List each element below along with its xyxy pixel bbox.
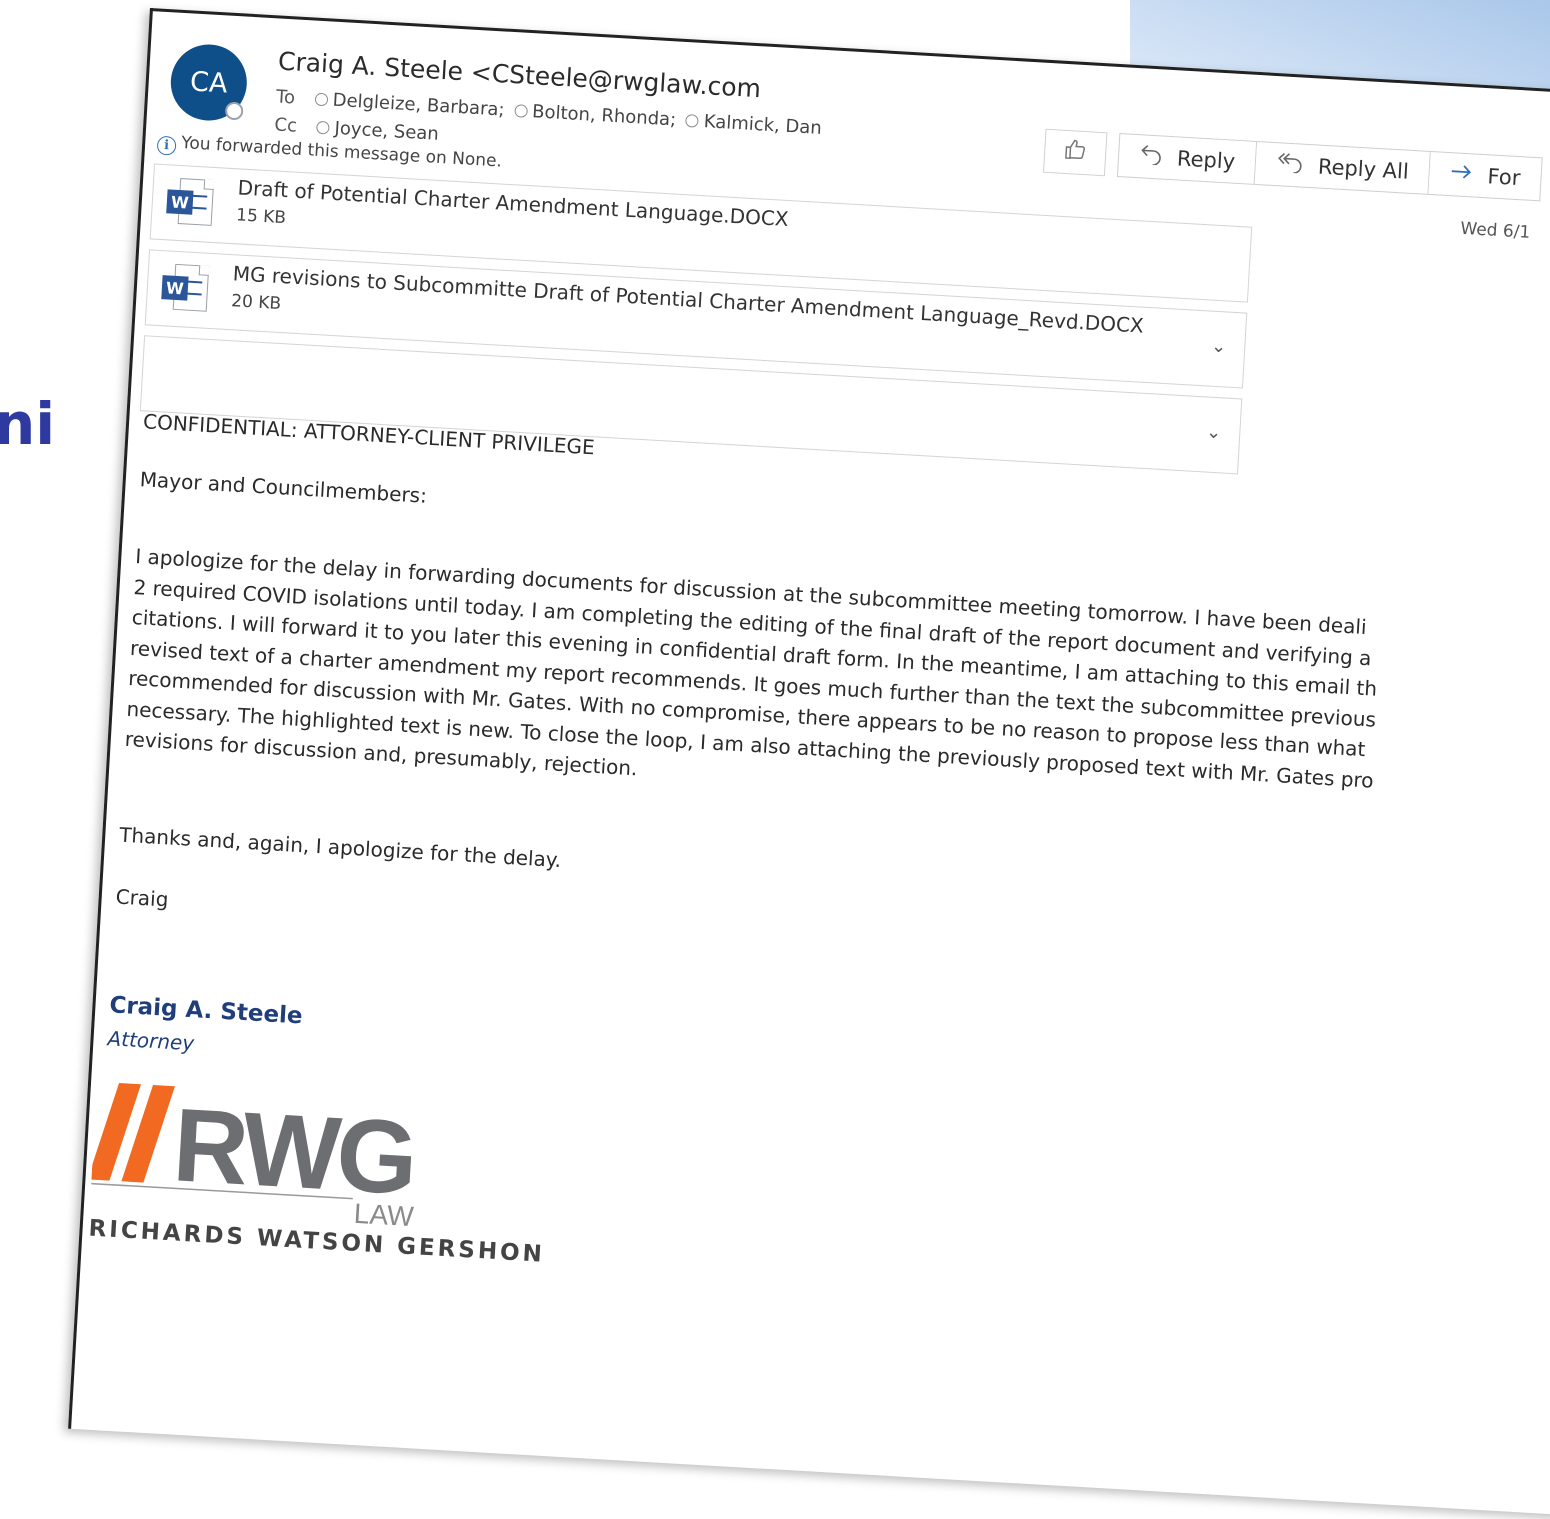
sent-date: Wed 6/1	[1459, 218, 1531, 243]
reply-all-icon	[1275, 150, 1305, 180]
signature-name: Craig A. Steele	[108, 992, 304, 1030]
rwg-logo: RWG LAW	[89, 1083, 417, 1231]
message-toolbar: Reply Reply All For	[1043, 128, 1543, 202]
closing-line: Thanks and, again, I apologize for the d…	[118, 822, 562, 873]
attachment-size: 15 KB	[235, 205, 287, 229]
forward-label: For	[1486, 164, 1522, 191]
recipient[interactable]: Kalmick, Dan	[703, 111, 822, 139]
to-label: To	[275, 86, 296, 109]
like-button[interactable]	[1043, 128, 1108, 177]
like-icon	[1062, 137, 1088, 168]
reply-all-button[interactable]: Reply All	[1254, 140, 1431, 195]
recipient[interactable]: Delgleize, Barbara;	[332, 90, 505, 121]
presence-icon	[316, 120, 330, 135]
greeting: Mayor and Councilmembers:	[139, 467, 428, 508]
signoff: Craig	[115, 884, 170, 912]
cc-label: Cc	[273, 114, 298, 137]
attachment-size: 20 KB	[230, 291, 282, 315]
forward-button[interactable]: For	[1428, 150, 1543, 202]
presence-icon	[224, 101, 244, 121]
reply-button[interactable]: Reply	[1116, 133, 1258, 185]
forward-icon	[1449, 160, 1475, 189]
message-paragraph: I apologize for the delay in forwarding …	[124, 541, 1383, 826]
signature-title: Attorney	[106, 1026, 195, 1056]
email-message: CA Craig A. Steele <CSteele@rwglaw.com T…	[68, 8, 1550, 1519]
logo-wordmark: RWG	[170, 1087, 417, 1217]
slide-text-fragment: ni	[0, 390, 56, 458]
info-icon: i	[156, 135, 177, 156]
presence-icon	[314, 92, 329, 107]
recipient[interactable]: Bolton, Rhonda;	[532, 101, 677, 130]
presence-icon	[685, 114, 700, 128]
attachment-name: Draft of Potential Charter Amendment Lan…	[237, 175, 790, 232]
reply-icon	[1138, 142, 1164, 171]
word-doc-icon: W	[161, 263, 210, 314]
reply-all-label: Reply All	[1317, 154, 1410, 184]
presence-icon	[513, 104, 528, 118]
reply-label: Reply	[1176, 146, 1236, 174]
word-doc-icon: W	[166, 177, 215, 228]
chevron-down-icon[interactable]: ⌄	[1211, 336, 1227, 358]
recipient[interactable]: Joyce, Sean	[334, 118, 439, 145]
chevron-down-icon[interactable]: ⌄	[1206, 422, 1222, 444]
logo-subtext: LAW	[353, 1198, 415, 1231]
